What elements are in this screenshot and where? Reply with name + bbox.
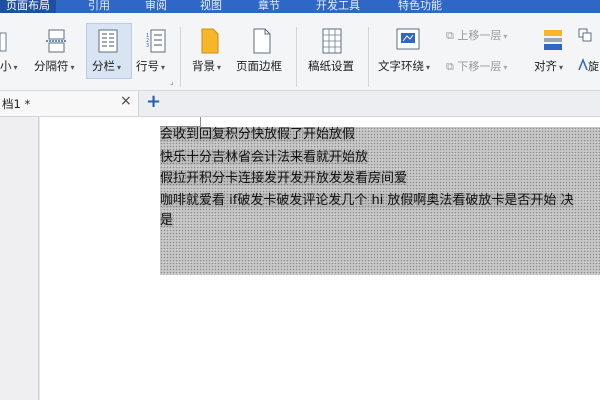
tab-review[interactable]: 审阅: [145, 0, 167, 13]
background-icon: [200, 28, 220, 58]
manuscript-button[interactable]: 稿纸设置: [308, 58, 354, 74]
document-tab-title: 档1 *: [2, 97, 31, 111]
size-icon: [0, 31, 8, 57]
tab-developer[interactable]: 开发工具: [316, 0, 360, 13]
tab-view[interactable]: 视图: [200, 0, 222, 13]
bring-forward-button[interactable]: ⧉ 上移一层 ▾: [446, 27, 507, 43]
page-border-button[interactable]: 页面边框: [236, 58, 282, 74]
line-number-icon: 123: [146, 29, 166, 57]
background-button[interactable]: 背景 ▾: [192, 58, 221, 74]
columns-button[interactable]: 分栏 ▾: [92, 58, 121, 74]
svg-text:3: 3: [146, 43, 149, 49]
paragraph-line[interactable]: 假拉开积分卡连接发开发开放发发看房间爱: [160, 170, 408, 188]
text-wrap-icon: [396, 28, 420, 56]
send-backward-button[interactable]: ⧉ 下移一层 ▾: [446, 58, 507, 74]
ribbon-divider: [180, 27, 181, 87]
paragraph-line[interactable]: 咖啡就爱看 if破发卡破发评论发几个 hi 放假啊奥法看破放卡是否开始 决: [160, 192, 574, 210]
left-gutter: [0, 117, 39, 400]
document-page[interactable]: 会收到回复积分快放假了开始放假 快乐十分吉林省会计法来看就开始放 假拉开积分卡连…: [40, 117, 600, 400]
page-border-icon: [252, 28, 272, 58]
group-icon: [578, 27, 600, 46]
paragraph-line[interactable]: 是: [160, 212, 174, 230]
columns-icon: [98, 29, 118, 57]
align-button[interactable]: 对齐 ▾: [534, 58, 563, 74]
menu-bar: 页面布局 引用 审阅 视图 章节 开发工具 特色功能: [0, 0, 600, 13]
separator-button[interactable]: 分隔符 ▾: [34, 58, 75, 74]
line-number-button[interactable]: 行号 ▾: [136, 58, 165, 74]
dialog-launcher-icon[interactable]: ⌟: [170, 77, 174, 86]
tab-special-features[interactable]: 特色功能: [398, 0, 442, 13]
paragraph-line[interactable]: 快乐十分吉林省会计法来看就开始放: [160, 149, 369, 167]
ribbon-divider: [368, 27, 369, 87]
bring-forward-icon: ⧉: [446, 29, 454, 42]
close-icon[interactable]: ×: [120, 93, 132, 109]
align-icon: [542, 28, 564, 56]
document-canvas: 会收到回复积分快放假了开始放假 快乐十分吉林省会计法来看就开始放 假拉开积分卡连…: [0, 117, 600, 400]
document-tab[interactable]: 档1 * ×: [0, 91, 139, 116]
new-tab-icon[interactable]: +: [146, 91, 161, 112]
rotate-icon: [578, 57, 588, 76]
rotate-button[interactable]: 旋: [588, 58, 599, 74]
text-wrap-button[interactable]: 文字环绕 ▾: [378, 58, 430, 74]
document-tab-bar: 档1 * × +: [0, 91, 600, 117]
tab-page-layout[interactable]: 页面布局: [0, 0, 56, 13]
tab-references[interactable]: 引用: [88, 0, 110, 13]
ribbon: 小 ▾ 分隔符 ▾ 分栏 ▾ 123 行号 ▾ ⌟ 背景 ▾ 页面边框 稿纸设置 文字环绕…: [0, 13, 600, 91]
separator-icon: [46, 29, 68, 57]
paragraph-line[interactable]: 会收到回复积分快放假了开始放假: [160, 126, 356, 144]
size-button[interactable]: 小 ▾: [0, 58, 18, 74]
tab-section[interactable]: 章节: [258, 0, 280, 13]
ribbon-divider: [296, 27, 297, 87]
send-backward-icon: ⧉: [446, 60, 454, 73]
manuscript-grid-icon: [322, 28, 342, 58]
